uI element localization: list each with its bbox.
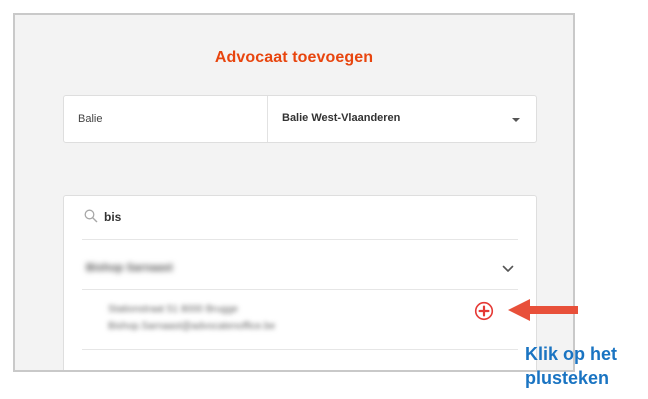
result-group-name[interactable]: Bishop Sarnaast [86,262,173,274]
divider [82,349,518,350]
instruction-caption: Klik op het plusteken [525,342,648,390]
result-email: Bishop.Sarnaast@advocatenoffice.be [108,321,276,332]
divider [82,239,518,240]
select-divider [267,96,268,142]
divider [82,289,518,290]
dialog-panel: Advocaat toevoegen Balie Balie West-Vlaa… [13,13,575,372]
search-input[interactable] [104,206,404,228]
chevron-down-icon[interactable] [502,265,514,273]
arrow-left-icon [508,299,578,321]
plus-circle-icon[interactable] [474,301,494,321]
search-row [64,196,536,239]
lawyer-search-card: Bishop Sarnaast Stationstraat 51 8000 Br… [63,195,537,370]
balie-label: Balie [78,113,103,125]
dialog-title: Advocaat toevoegen [214,49,374,66]
caption-line-1: Klik op het [525,344,618,364]
balie-selected-value[interactable]: Balie West-Vlaanderen [282,112,400,124]
caption-line-2: plusteken [525,368,610,388]
balie-select[interactable]: Balie Balie West-Vlaanderen [63,95,537,143]
search-icon [84,209,98,223]
chevron-down-icon[interactable] [512,118,520,122]
result-address: Stationstraat 51 8000 Brugge [108,304,239,315]
